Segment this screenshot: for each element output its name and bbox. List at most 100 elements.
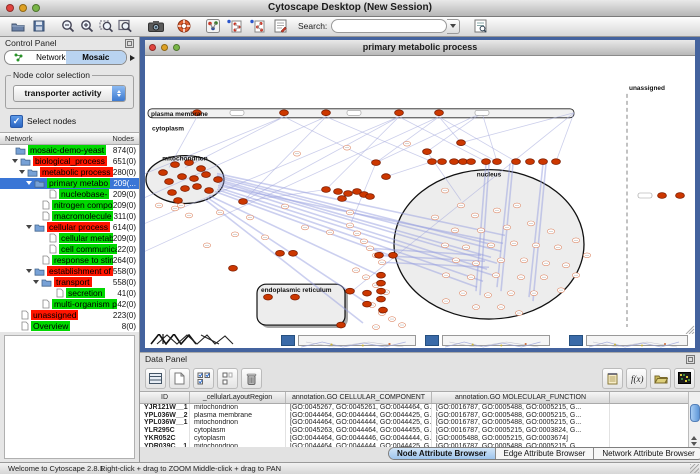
tree-item-cellular-process[interactable]: cellular process614(0) <box>0 222 139 233</box>
table-row[interactable]: YLR295Ccytoplasm[GO:0045263, GO:0044464,… <box>140 427 700 435</box>
network-view-titlebar[interactable]: primary metabolic process <box>145 40 695 56</box>
tab-edge-attribute-browser[interactable]: Edge Attribute Browser <box>495 448 594 459</box>
select-attributes-icon[interactable] <box>193 368 214 389</box>
tree-item-establishment-of-lo[interactable]: establishment of lo558(0) <box>0 266 139 277</box>
minimized-view-preview[interactable] <box>298 335 416 346</box>
table-cell[interactable]: [GO:0016787, GO:0005215, GO:0003824, G..… <box>432 427 610 435</box>
attribute-table-header[interactable]: ID_cellularLayoutRegionannotation.GO CEL… <box>140 392 700 404</box>
network-canvas-svg[interactable]: plasma membranecytoplasmmitochondrionnuc… <box>145 56 695 334</box>
tree-item-nucleobase-[interactable]: nucleobase-209(0) <box>0 189 139 200</box>
tree-item-macromolecule[interactable]: macromolecule311(0) <box>0 211 139 222</box>
delete-attribute-trash-icon[interactable] <box>241 368 262 389</box>
tab-node-attribute-browser[interactable]: Node Attribute Browser <box>389 448 495 459</box>
tree-item-biological-process[interactable]: biological_process651(0) <box>0 156 139 167</box>
unselect-attributes-icon[interactable] <box>217 368 238 389</box>
search-input[interactable] <box>331 19 447 33</box>
attribute-matrix-icon[interactable] <box>145 368 166 389</box>
zoom-out-icon[interactable] <box>60 18 76 34</box>
column-header-id[interactable]: ID <box>140 392 190 403</box>
tree-item-cellular-metabo[interactable]: cellular metabo209(0) <box>0 233 139 244</box>
table-cell[interactable]: YLR295C <box>140 427 190 435</box>
node-color-dropdown[interactable]: transporter activity <box>13 85 126 102</box>
attribute-table[interactable]: ID_cellularLayoutRegionannotation.GO CEL… <box>140 391 700 447</box>
table-cell[interactable]: [GO:0016787, GO:0005488, GO:0005215, G..… <box>432 404 610 412</box>
scroll-down-icon[interactable] <box>691 442 697 446</box>
tree-expander-icon[interactable] <box>26 225 32 229</box>
apply-layout-a-icon[interactable] <box>226 18 242 34</box>
table-row[interactable]: YPL036W__1mitochondrion[GO:0044464, GO:0… <box>140 419 700 427</box>
table-cell[interactable]: mitochondrion <box>190 419 286 427</box>
minimized-view-handle[interactable] <box>281 335 295 346</box>
snapshot-camera-icon[interactable] <box>148 18 164 34</box>
tree-item-unassigned[interactable]: unassigned223(0) <box>0 310 139 321</box>
tab-mosaic[interactable]: Mosaic <box>66 51 127 64</box>
tree-item-mosaic-demo-yeast[interactable]: mosaic-demo-yeast874(0) <box>0 145 139 156</box>
table-cell[interactable]: mitochondrion <box>190 404 286 412</box>
new-attribute-icon[interactable] <box>169 368 190 389</box>
minimized-view-preview[interactable] <box>442 335 550 346</box>
table-cell[interactable]: YPL036W__2 <box>140 412 190 420</box>
table-scrollbar-thumb[interactable] <box>690 404 700 422</box>
zoom-in-icon[interactable] <box>79 18 95 34</box>
annotations-icon[interactable] <box>272 18 288 34</box>
tree-item-metabolic-process[interactable]: metabolic process280(0) <box>0 167 139 178</box>
tab-network-attribute-browser[interactable]: Network Attribute Browser <box>593 448 700 459</box>
table-cell[interactable]: [GO:0045267, GO:0045261, GO:0044464, G..… <box>286 404 432 412</box>
resize-grip[interactable] <box>690 464 699 473</box>
table-cell[interactable]: YKR052C <box>140 435 190 443</box>
table-cell[interactable]: plasma membrane <box>190 412 286 420</box>
minimized-view-hairball[interactable] <box>149 332 235 350</box>
import-attributes-folder-icon[interactable] <box>650 368 671 389</box>
table-cell[interactable]: [GO:0044464, GO:0044444, GO:0044425, G..… <box>286 412 432 420</box>
table-cell[interactable]: [GO:0005488, GO:0005215, GO:0003674] <box>432 435 610 443</box>
tree-item-cell-communicat[interactable]: cell communicat22(0) <box>0 244 139 255</box>
tree-item-response-to-stimulu[interactable]: response to stimulu264(0) <box>0 255 139 266</box>
attribute-editor-notepad-icon[interactable] <box>602 368 623 389</box>
search-index-icon[interactable] <box>472 18 488 34</box>
function-builder-icon[interactable]: f(x) <box>626 368 647 389</box>
help-lifebuoy-icon[interactable] <box>176 18 192 34</box>
search-dropdown-button[interactable] <box>447 19 460 34</box>
table-cell[interactable]: cytoplasm <box>190 427 286 435</box>
table-scrollbar[interactable] <box>688 392 700 447</box>
tree-item-primary-metabo[interactable]: primary metabo209(... <box>0 178 139 189</box>
tree-expander-icon[interactable] <box>19 170 25 174</box>
tree-item-secretion[interactable]: secretion41(0) <box>0 288 139 299</box>
table-cell[interactable]: [GO:0044464, GO:0044444, GO:0044425, G..… <box>286 419 432 427</box>
tree-item-multi-organism-pro[interactable]: multi-organism pro42(0) <box>0 299 139 310</box>
tree-expander-icon[interactable] <box>12 159 18 163</box>
tab-overflow-arrow-icon[interactable] <box>130 55 135 61</box>
birds-eye-view[interactable] <box>4 335 135 459</box>
table-row[interactable]: YPL036W__2plasma membrane[GO:0044464, GO… <box>140 412 700 420</box>
float-data-panel-icon[interactable] <box>686 355 695 364</box>
float-panel-icon[interactable] <box>125 39 134 48</box>
minimized-view-handle[interactable] <box>425 335 439 346</box>
table-row[interactable]: YKR052Ccytoplasm[GO:0044464, GO:0044446,… <box>140 435 700 443</box>
table-cell[interactable]: YPL036W__1 <box>140 419 190 427</box>
tree-item-nitrogen-compo[interactable]: nitrogen compo209(0) <box>0 200 139 211</box>
table-row[interactable]: YJR121W__1mitochondrion[GO:0045267, GO:0… <box>140 404 700 412</box>
table-cell[interactable]: cytoplasm <box>190 435 286 443</box>
tab-network[interactable]: Network <box>5 51 66 64</box>
zoom-selected-region-icon[interactable] <box>98 18 114 34</box>
tree-expander-icon[interactable] <box>26 181 32 185</box>
table-cell[interactable]: [GO:0045263, GO:0044464, GO:0044455, G..… <box>286 427 432 435</box>
table-cell[interactable]: [GO:0016787, GO:0005488, GO:0005215, G..… <box>432 412 610 420</box>
table-cell[interactable]: [GO:0016787, GO:0005488, GO:0005215, G..… <box>432 419 610 427</box>
minimized-view-handle[interactable] <box>569 335 583 346</box>
apply-layout-b-icon[interactable] <box>249 18 265 34</box>
scroll-up-icon[interactable] <box>691 436 697 440</box>
table-cell[interactable]: YJR121W__1 <box>140 404 190 412</box>
select-nodes-checkbox[interactable]: ✓ <box>10 115 23 128</box>
network-canvas[interactable]: plasma membranecytoplasmmitochondrionnuc… <box>145 56 695 334</box>
save-session-icon[interactable] <box>31 18 47 34</box>
visual-styles-icon[interactable] <box>205 18 221 34</box>
column-header-region[interactable]: _cellularLayoutRegion <box>190 392 286 403</box>
table-cell[interactable]: [GO:0044464, GO:0044446, GO:0044444, G..… <box>286 435 432 443</box>
tree-item-transport[interactable]: transport558(0) <box>0 277 139 288</box>
zoom-fit-content-icon[interactable] <box>117 18 133 34</box>
open-session-icon[interactable] <box>10 18 26 34</box>
attribute-heatmap-icon[interactable] <box>674 368 695 389</box>
column-header-molecular-function[interactable]: annotation.GO MOLECULAR_FUNCTION <box>432 392 610 403</box>
tree-expander-icon[interactable] <box>26 269 32 273</box>
